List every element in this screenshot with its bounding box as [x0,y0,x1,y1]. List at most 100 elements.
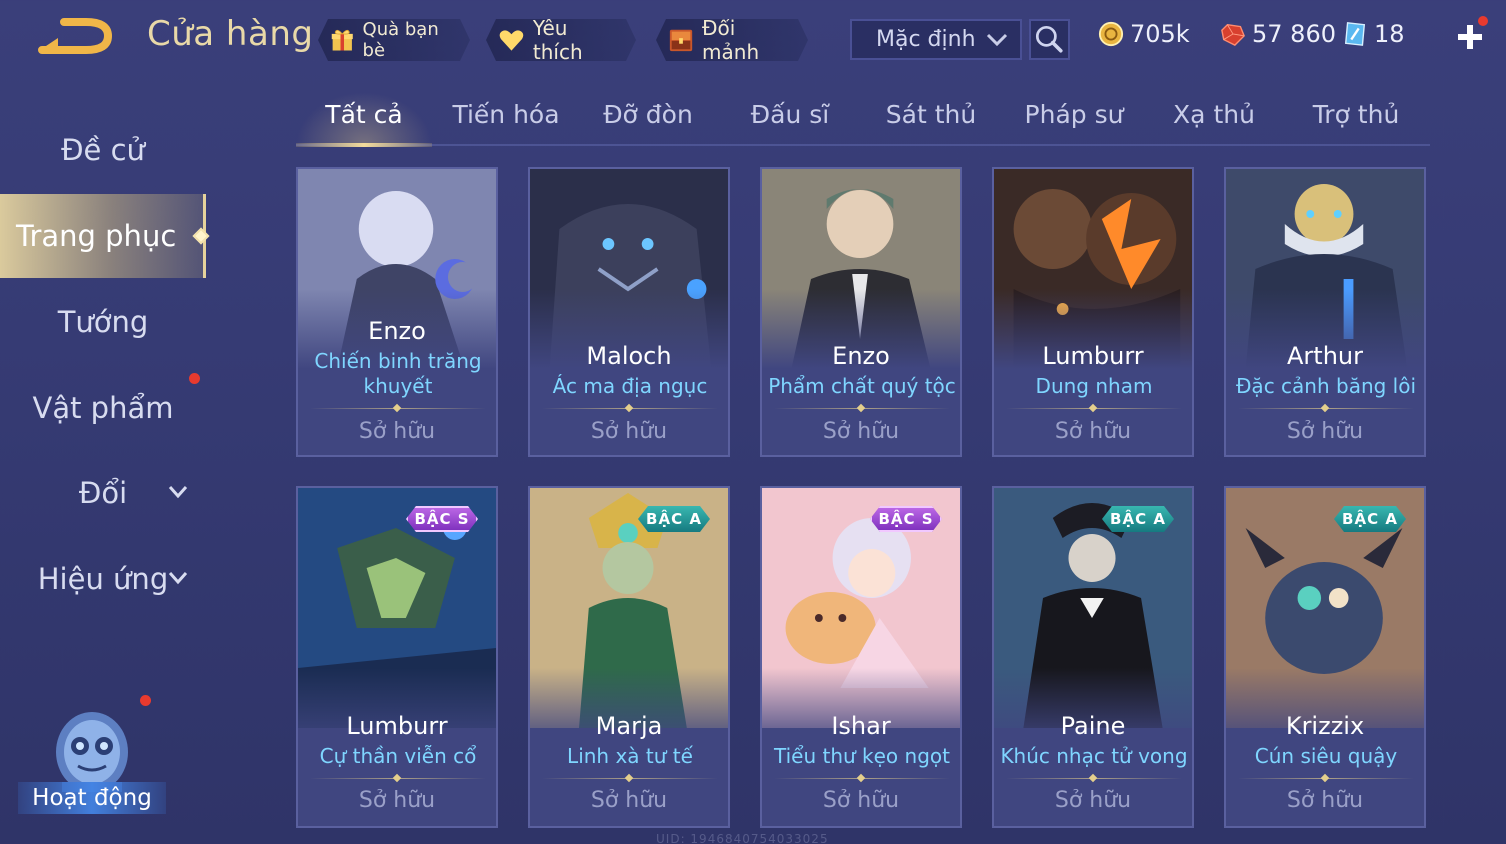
voucher-amount: 18 [1374,20,1405,48]
divider-ornament [1088,773,1098,783]
skin-card[interactable]: BẬC S Lumburr Cự thần viễn cổ Sở hữu [296,486,498,828]
tab-marksman[interactable]: Xạ thủ [1154,100,1274,129]
skin-card[interactable]: BẬC A Paine Khúc nhạc tử vong Sở hữu [992,486,1194,828]
skin-card[interactable]: BẬC S Ishar Tiểu thư kẹo ngọt Sở hữu [760,486,962,828]
tab-assassin[interactable]: Sát thủ [870,100,992,129]
add-currency-icon[interactable] [1455,22,1485,52]
sidebar-item-label: Trang phục [16,219,177,253]
notification-dot [189,373,200,384]
sort-value: Mặc định [876,27,976,52]
trade-shards-button[interactable]: Đổi mảnh [656,19,808,61]
favorites-label: Yêu thích [532,16,583,64]
divider-ornament [392,403,402,413]
owned-status: Sở hữu [822,419,900,444]
hero-name: Arthur [1287,342,1363,370]
owned-status: Sở hữu [1054,788,1132,813]
sidebar-item-skins[interactable]: Trang phục [0,194,210,278]
gold-balance: 705k [1098,20,1190,48]
skin-name: Phẩm chất quý tộc [768,374,956,398]
active-tab-underline [296,143,432,147]
tab-fighter[interactable]: Đấu sĩ [730,100,850,129]
hero-name: Marja [595,712,663,740]
skin-card[interactable]: BẬC A Krizzix Cún siêu quậy Sở hữu [1224,486,1426,828]
user-id-label: UID: 1946840754033025 [656,832,829,844]
back-arrow-icon[interactable] [36,16,116,60]
skin-card[interactable]: Enzo Phẩm chất quý tộc Sở hữu [760,167,962,457]
hero-name: Maloch [586,342,672,370]
sidebar-item-effects[interactable]: Hiệu ứng [0,544,206,614]
divider-ornament [624,403,634,413]
search-button[interactable] [1029,19,1070,60]
skin-name: Cự thần viễn cổ [319,744,477,768]
sidebar-item-label: Hiệu ứng [37,562,169,596]
skin-name-continued: khuyết [363,374,433,398]
owned-status: Sở hữu [1054,419,1132,444]
friend-gift-button[interactable]: Quà bạn bè [318,19,470,61]
skin-name: Tiểu thư kẹo ngọt [774,744,950,768]
sidebar-item-exchange[interactable]: Đổi [0,458,206,528]
skin-card[interactable]: Lumburr Dung nham Sở hữu [992,167,1194,457]
sidebar-item-label: Đề cử [61,133,145,167]
skin-card[interactable]: Arthur Đặc cảnh băng lôi Sở hữu [1224,167,1426,457]
page-title: Cửa hàng [147,14,314,54]
skin-card[interactable]: Enzo Chiến binh trăng khuyết Sở hữu [296,167,498,457]
tab-tank[interactable]: Đỡ đòn [588,100,708,129]
skin-card[interactable]: BẬC A Marja Linh xà tư tế Sở hữu [528,486,730,828]
skin-name: Cún siêu quậy [1254,744,1398,768]
hero-name: Lumburr [1042,342,1144,370]
skin-name: Dung nham [1035,374,1153,398]
ruby-amount: 57 860 [1252,20,1336,48]
favorites-button[interactable]: Yêu thích [486,19,636,61]
ruby-gem-icon [1221,23,1245,46]
trade-shards-label: Đổi mảnh [702,16,760,64]
chevron-down-icon [168,572,188,585]
activity-label: Hoạt động [18,782,166,814]
heart-icon [498,26,525,54]
sidebar-item-label: Vật phẩm [32,391,174,425]
divider-ornament [624,773,634,783]
skin-name: Chiến binh trăng [314,349,482,373]
tier-badge: BẬC A [1102,506,1174,532]
category-tabs: Tất cả Tiến hóa Đỡ đòn Đấu sĩ Sát thủ Ph… [296,92,1430,147]
tier-badge: BẬC A [638,506,710,532]
chevron-down-icon [168,486,188,499]
owned-status: Sở hữu [358,788,436,813]
owned-status: Sở hữu [358,419,436,444]
divider-ornament [856,403,866,413]
tier-badge: BẬC S [870,506,942,532]
hero-name: Lumburr [346,712,448,740]
search-icon [1035,25,1063,53]
sidebar-item-items[interactable]: Vật phẩm [0,373,206,443]
owned-status: Sở hữu [1286,788,1364,813]
divider-ornament [392,773,402,783]
divider-ornament [856,773,866,783]
sort-dropdown[interactable]: Mặc định [850,19,1022,60]
gold-coin-icon [1098,21,1124,47]
divider-ornament [1320,403,1330,413]
gift-icon [330,26,355,54]
hero-name: Krizzix [1285,712,1365,740]
skin-name: Khúc nhạc tử vong [1000,744,1188,768]
hero-name: Ishar [831,712,891,740]
activity-button[interactable]: Hoạt động [18,700,168,820]
top-bar: Cửa hàng Quà bạn bè Yêu thích Đổi mảnh M… [0,0,1506,80]
owned-status: Sở hữu [590,788,668,813]
gold-amount: 705k [1130,20,1190,48]
hero-name: Paine [1060,712,1126,740]
skin-name: Ác ma địa ngục [552,374,708,398]
owned-status: Sở hữu [1286,419,1364,444]
skin-card[interactable]: Maloch Ác ma địa ngục Sở hữu [528,167,730,457]
tab-all[interactable]: Tất cả [296,100,432,129]
voucher-balance: 18 [1342,20,1405,48]
owned-status: Sở hữu [822,788,900,813]
owned-status: Sở hữu [590,419,668,444]
sidebar-item-recommended[interactable]: Đề cử [0,115,206,185]
sidebar-item-heroes[interactable]: Tướng [0,287,206,357]
skin-name: Linh xà tư tế [567,744,693,768]
tab-evolution[interactable]: Tiến hóa [446,100,566,129]
hero-name: Enzo [832,342,890,370]
tab-support[interactable]: Trợ thủ [1296,100,1416,129]
notification-dot [1478,16,1488,26]
tier-badge: BẬC A [1334,506,1406,532]
tab-mage[interactable]: Pháp sư [1012,100,1136,129]
